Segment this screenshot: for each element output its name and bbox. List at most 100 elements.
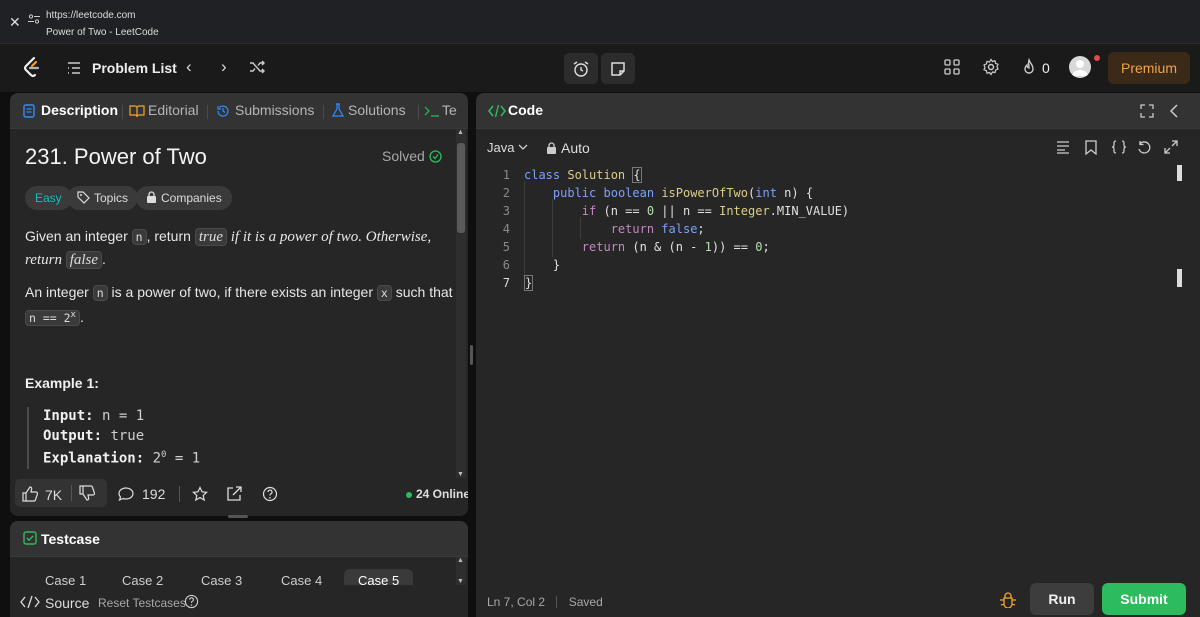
debug-icon[interactable]: [999, 592, 1017, 608]
topics-label: Topics: [94, 191, 129, 205]
vertical-resize-handle[interactable]: [470, 345, 473, 365]
scroll-indicator: [1177, 269, 1182, 287]
example-block: Input: n = 1 Output: true Explanation: 2…: [27, 407, 200, 469]
next-problem-icon[interactable]: ›: [221, 57, 227, 77]
terminal-icon: [424, 106, 439, 117]
streak-count: 0: [1042, 60, 1050, 76]
problem-definition: An integer n is a power of two, if there…: [25, 284, 453, 326]
close-icon[interactable]: ✕: [9, 14, 21, 31]
fullscreen-icon[interactable]: [1140, 104, 1154, 118]
collapse-chevron-icon[interactable]: [1168, 104, 1180, 118]
premium-button[interactable]: Premium: [1108, 52, 1190, 84]
favorite-star-icon[interactable]: [192, 486, 208, 502]
inline-code-false: false: [65, 251, 103, 269]
source-button[interactable]: Source: [45, 595, 89, 611]
companies-label: Companies: [161, 191, 222, 205]
problem-list-link[interactable]: Problem List: [92, 60, 177, 76]
braces-icon[interactable]: [1110, 140, 1128, 154]
reset-testcases-button[interactable]: Reset Testcases: [98, 596, 186, 610]
code-panel: Code Java Auto 1 2 3 4 5 6 7 class Solut…: [476, 93, 1200, 617]
code-line: }: [524, 275, 534, 291]
description-body: 231. Power of Two Solved Easy Topics Com…: [10, 129, 468, 478]
solved-status: Solved: [382, 148, 442, 164]
submit-button[interactable]: Submit: [1102, 583, 1186, 615]
comment-count: 192: [142, 486, 166, 502]
topics-chip[interactable]: Topics: [67, 186, 139, 210]
prev-problem-icon[interactable]: ‹: [186, 57, 192, 77]
comment-icon[interactable]: [118, 486, 134, 502]
testcase-scrollbar[interactable]: ▲ ▼: [456, 557, 466, 585]
line-number: 4: [502, 222, 510, 236]
streak-flame-icon[interactable]: [1020, 58, 1038, 76]
testcase-panel: Testcase Case 1 Case 2 Case 3 Case 4 Cas…: [10, 521, 468, 617]
cursor-position: Ln 7, Col 2: [487, 595, 546, 609]
like-count: 7K: [45, 487, 63, 503]
settings-gear-icon[interactable]: [982, 58, 1000, 76]
browser-url[interactable]: https://leetcode.com: [46, 10, 136, 21]
site-settings-icon[interactable]: [28, 14, 40, 24]
shuffle-icon[interactable]: [248, 58, 266, 76]
book-icon: [129, 105, 145, 118]
user-avatar[interactable]: [1069, 56, 1091, 78]
case-tabs: Case 1 Case 2 Case 3 Case 4 Case 5: [10, 557, 458, 587]
code-brackets-icon: [488, 104, 506, 118]
line-number: 5: [502, 240, 510, 254]
tag-icon: [77, 191, 90, 204]
alarm-clock-icon: [573, 61, 589, 77]
description-panel: Description Editorial Submissions Soluti…: [10, 93, 468, 516]
tab-code[interactable]: Code: [508, 102, 543, 118]
tab-submissions[interactable]: Submissions: [235, 102, 314, 118]
run-button[interactable]: Run: [1030, 583, 1094, 615]
layout-grid-icon[interactable]: [943, 58, 961, 76]
language-select[interactable]: Java: [487, 140, 528, 155]
bookmark-icon[interactable]: [1085, 140, 1097, 155]
top-nav: Problem List ‹ › 0 Premium: [0, 44, 1200, 92]
testcase-help-icon[interactable]: [184, 594, 199, 609]
vote-box: 7K: [15, 479, 107, 507]
testcase-bottom-bar: Source Reset Testcases: [10, 585, 468, 617]
line-number: 7: [502, 276, 510, 290]
code-line: public boolean isPowerOfTwo(int n) {: [552, 186, 814, 200]
expand-diagonal-icon[interactable]: [1164, 140, 1178, 154]
tab-description[interactable]: Description: [41, 102, 118, 118]
code-source-icon: [20, 595, 40, 609]
thumbs-up-icon[interactable]: [22, 486, 38, 502]
problem-title: 231. Power of Two: [25, 144, 207, 169]
check-circle-icon: [429, 150, 442, 163]
notes-button[interactable]: [601, 53, 635, 84]
auto-mode-toggle[interactable]: Auto: [547, 140, 591, 156]
scroll-indicator: [1177, 165, 1182, 181]
lock-icon: [147, 191, 156, 203]
checkbox-icon: [23, 531, 37, 545]
line-number: 6: [502, 258, 510, 272]
tab-solutions[interactable]: Solutions: [348, 102, 406, 118]
chevron-down-icon: [518, 144, 528, 150]
problem-statement: Given an integer n, return true if it is…: [25, 228, 432, 269]
tab-editorial[interactable]: Editorial: [148, 102, 199, 118]
format-lines-icon[interactable]: [1056, 141, 1070, 154]
notification-dot: [1094, 55, 1100, 61]
inline-code-n: n: [131, 229, 147, 245]
reset-code-icon[interactable]: [1137, 140, 1152, 155]
code-editor[interactable]: 1 2 3 4 5 6 7 class Solution { public bo…: [476, 165, 1200, 585]
timer-button[interactable]: [564, 53, 598, 84]
code-line: return false;: [610, 222, 705, 236]
tab-testresult[interactable]: Te: [442, 102, 457, 118]
share-icon[interactable]: [226, 486, 242, 502]
code-line: if (n == 0 || n == Integer.MIN_VALUE): [581, 204, 850, 218]
description-scrollbar[interactable]: ▲ ▼: [456, 129, 466, 478]
companies-chip[interactable]: Companies: [136, 186, 232, 210]
tab-testcase[interactable]: Testcase: [41, 531, 100, 547]
code-line: return (n & (n - 1)) == 0;: [581, 240, 770, 254]
thumbs-down-icon[interactable]: [79, 485, 95, 501]
user-avatar-icon: [1072, 60, 1088, 76]
inline-code-expr: n == 2x: [25, 309, 80, 326]
description-footer: 7K 192 24 Online: [10, 478, 468, 516]
code-toolbar: Java Auto: [476, 129, 1200, 159]
help-icon[interactable]: [262, 486, 278, 502]
problem-list-icon[interactable]: [66, 60, 82, 76]
history-icon: [217, 105, 229, 117]
line-number: 2: [502, 186, 510, 200]
horizontal-resize-handle[interactable]: [228, 515, 248, 518]
leetcode-logo-icon[interactable]: [22, 56, 42, 80]
